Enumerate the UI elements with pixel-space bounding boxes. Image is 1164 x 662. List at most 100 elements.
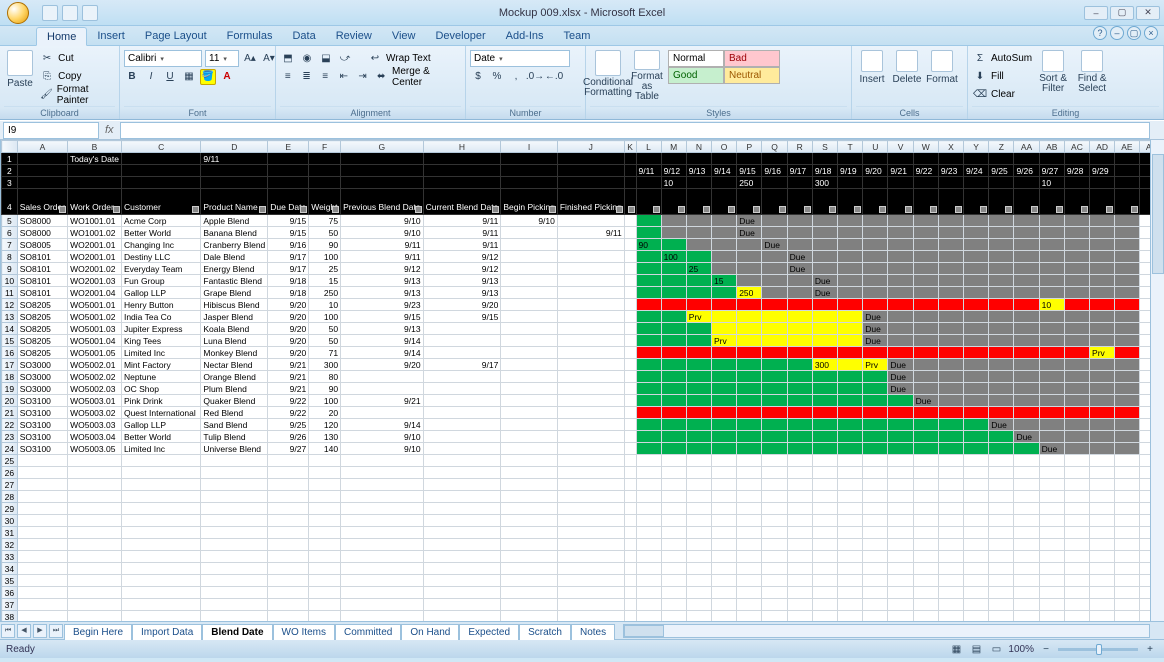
cell[interactable]: Better World — [121, 227, 200, 239]
cell[interactable]: 90 — [636, 239, 661, 251]
cell[interactable]: 9/21 — [268, 371, 309, 383]
cell[interactable] — [913, 335, 938, 347]
font-name-combo[interactable]: Calibri▾ — [124, 50, 202, 67]
cell[interactable]: SO3100 — [17, 431, 67, 443]
cell[interactable] — [1014, 251, 1039, 263]
cell[interactable] — [501, 431, 558, 443]
cell[interactable] — [1039, 335, 1064, 347]
cell[interactable]: Due — [737, 227, 762, 239]
col-header[interactable]: S — [812, 141, 837, 153]
cell[interactable] — [1014, 287, 1039, 299]
cell[interactable]: 9/20 — [268, 299, 309, 311]
cell[interactable] — [501, 335, 558, 347]
cell[interactable] — [812, 395, 837, 407]
cell[interactable]: Sand Blend — [201, 419, 268, 431]
cell[interactable] — [712, 371, 737, 383]
cell[interactable] — [636, 311, 661, 323]
cell[interactable] — [888, 299, 913, 311]
cell[interactable] — [1014, 371, 1039, 383]
cell[interactable] — [501, 371, 558, 383]
cell[interactable] — [1014, 311, 1039, 323]
cell[interactable] — [1090, 419, 1115, 431]
cell[interactable] — [1115, 407, 1139, 419]
cell[interactable]: 100 — [661, 251, 686, 263]
cell[interactable]: 250 — [309, 287, 341, 299]
fill-color-icon[interactable]: 🪣 — [200, 69, 216, 85]
cell[interactable]: 9/20 — [268, 347, 309, 359]
cell[interactable] — [762, 323, 787, 335]
cell[interactable] — [1115, 215, 1139, 227]
cell[interactable] — [888, 419, 913, 431]
cell[interactable] — [1064, 263, 1089, 275]
cell[interactable]: 9/26 — [268, 431, 309, 443]
tab-nav-first[interactable]: ⏮ — [1, 624, 15, 638]
cell[interactable] — [661, 443, 686, 455]
cell[interactable]: 9/10 — [341, 215, 424, 227]
cell[interactable] — [913, 263, 938, 275]
cell[interactable]: Banana Blend — [201, 227, 268, 239]
cell[interactable] — [1115, 359, 1139, 371]
indent-dec-icon[interactable]: ⇤ — [336, 69, 352, 85]
cell[interactable]: 9/11 — [341, 251, 424, 263]
cell[interactable] — [636, 407, 661, 419]
cell[interactable]: Limited Inc — [121, 443, 200, 455]
font-color-icon[interactable]: A — [219, 69, 235, 85]
cell[interactable]: 9/20 — [341, 359, 424, 371]
cell[interactable]: 9/11 — [423, 227, 501, 239]
cell[interactable] — [636, 419, 661, 431]
cell[interactable]: Due — [812, 275, 837, 287]
cell[interactable] — [1039, 431, 1064, 443]
inc-decimal-icon[interactable]: .0→ — [527, 69, 543, 85]
cell[interactable] — [737, 335, 762, 347]
cell[interactable]: OC Shop — [121, 383, 200, 395]
cell[interactable]: 15 — [712, 275, 737, 287]
cell[interactable] — [1014, 215, 1039, 227]
cell[interactable]: 9/12 — [341, 263, 424, 275]
conditional-formatting-button[interactable]: Conditional Formatting — [590, 50, 626, 102]
cell[interactable] — [1090, 239, 1115, 251]
cell[interactable] — [712, 323, 737, 335]
cell[interactable] — [636, 275, 661, 287]
cell[interactable] — [812, 383, 837, 395]
cell[interactable] — [737, 395, 762, 407]
row-header[interactable]: 15 — [2, 335, 18, 347]
filter-dropdown[interactable] — [300, 206, 307, 213]
cell[interactable] — [557, 383, 624, 395]
cell[interactable]: Due — [812, 287, 837, 299]
cell[interactable] — [737, 263, 762, 275]
cell[interactable] — [557, 263, 624, 275]
cell[interactable] — [1014, 275, 1039, 287]
horizontal-scrollbar[interactable] — [623, 624, 1150, 638]
cell[interactable]: 9/13 — [341, 323, 424, 335]
cell[interactable] — [989, 359, 1014, 371]
sort-filter-button[interactable]: Sort & Filter — [1035, 50, 1071, 102]
cell[interactable] — [636, 431, 661, 443]
cell[interactable] — [1014, 443, 1039, 455]
cell[interactable] — [636, 227, 661, 239]
cell[interactable] — [686, 227, 711, 239]
cell[interactable] — [913, 347, 938, 359]
cell[interactable] — [686, 251, 711, 263]
cell[interactable] — [938, 335, 963, 347]
filter-dropdown[interactable] — [703, 206, 710, 213]
cell[interactable] — [661, 287, 686, 299]
cell[interactable]: SO8000 — [17, 227, 67, 239]
cell[interactable]: 100 — [309, 395, 341, 407]
cell[interactable] — [888, 287, 913, 299]
cell[interactable] — [1039, 287, 1064, 299]
cell[interactable] — [1115, 299, 1139, 311]
cell[interactable]: Due — [989, 419, 1014, 431]
align-bottom-icon[interactable]: ⬓ — [318, 51, 334, 67]
cell[interactable] — [838, 227, 863, 239]
cell[interactable] — [964, 311, 989, 323]
cell[interactable] — [838, 287, 863, 299]
cell[interactable] — [1115, 287, 1139, 299]
cell[interactable] — [838, 419, 863, 431]
cell[interactable]: Energy Blend — [201, 263, 268, 275]
cell[interactable]: SO8101 — [17, 287, 67, 299]
cell[interactable]: Tulip Blend — [201, 431, 268, 443]
fill-icon[interactable]: ⬇ — [972, 69, 988, 85]
cell[interactable] — [762, 419, 787, 431]
cell[interactable] — [341, 407, 424, 419]
cell[interactable] — [989, 431, 1014, 443]
